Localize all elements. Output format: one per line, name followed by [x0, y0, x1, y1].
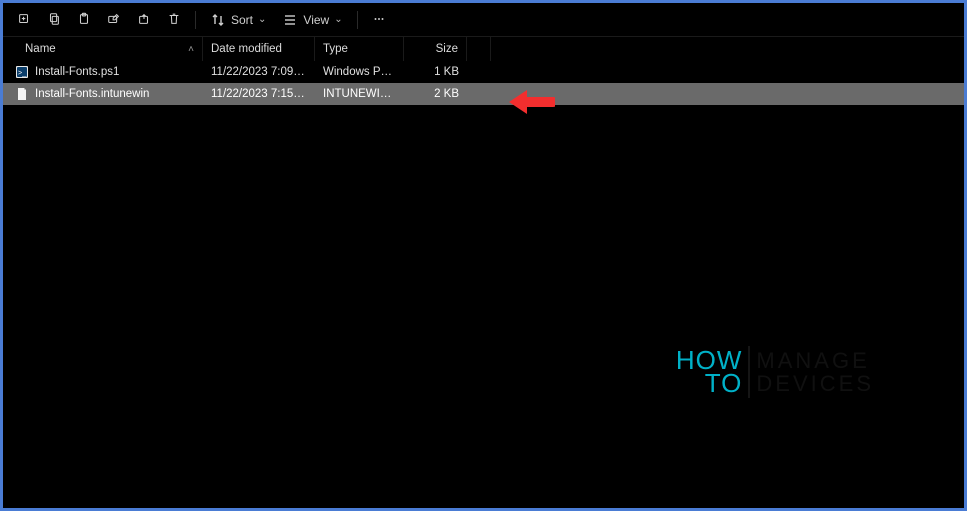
more-icon	[372, 12, 386, 28]
sort-indicator-icon: ˄	[188, 44, 194, 55]
new-item-button[interactable]	[11, 7, 37, 33]
sort-button[interactable]: Sort ⌄	[204, 7, 272, 33]
watermark-right: MANAGE DEVICES	[756, 349, 874, 395]
column-header-date[interactable]: Date modified	[203, 37, 315, 61]
copy-button[interactable]	[41, 7, 67, 33]
toolbar-separator	[357, 11, 358, 29]
copy-icon	[47, 12, 61, 28]
column-header-name[interactable]: Name ˄	[3, 37, 203, 61]
toolbar-separator	[195, 11, 196, 29]
paste-icon	[77, 12, 91, 28]
share-button[interactable]	[131, 7, 157, 33]
view-label: View	[303, 13, 329, 27]
paste-button[interactable]	[71, 7, 97, 33]
sort-label: Sort	[231, 13, 253, 27]
trash-icon	[167, 12, 181, 28]
file-date: 11/22/2023 7:09 PM	[203, 66, 315, 78]
view-icon	[282, 12, 298, 28]
share-icon	[137, 12, 151, 28]
file-type: Windows PowerS...	[315, 66, 404, 78]
blank-file-icon	[15, 87, 29, 101]
file-size: 2 KB	[404, 88, 467, 100]
column-header-size[interactable]: Size	[404, 37, 467, 61]
file-name: Install-Fonts.ps1	[35, 66, 119, 78]
column-headers: Name ˄ Date modified Type Size	[3, 37, 964, 61]
sort-icon	[210, 12, 226, 28]
ps1-file-icon: >_	[15, 65, 29, 79]
chevron-down-icon: ⌄	[334, 14, 342, 25]
file-size: 1 KB	[404, 66, 467, 78]
file-explorer-window: Sort ⌄ View ⌄	[3, 3, 964, 508]
view-button[interactable]: View ⌄	[276, 7, 348, 33]
delete-button[interactable]	[161, 7, 187, 33]
new-icon	[17, 12, 31, 28]
column-header-type[interactable]: Type	[315, 37, 404, 61]
chevron-down-icon: ⌄	[258, 14, 266, 25]
column-header-spare[interactable]	[467, 37, 491, 61]
watermark: HOW TO MANAGE DEVICES	[676, 346, 874, 398]
toolbar: Sort ⌄ View ⌄	[3, 3, 964, 37]
watermark-divider	[748, 346, 750, 398]
file-type: INTUNEWIN File	[315, 88, 404, 100]
file-date: 11/22/2023 7:15 PM	[203, 88, 315, 100]
watermark-left: HOW TO	[676, 349, 743, 396]
rename-icon	[107, 12, 121, 28]
file-row[interactable]: Install-Fonts.intunewin 11/22/2023 7:15 …	[3, 83, 964, 105]
file-name: Install-Fonts.intunewin	[35, 88, 149, 100]
file-list: >_ Install-Fonts.ps1 11/22/2023 7:09 PM …	[3, 61, 964, 105]
svg-text:>_: >_	[18, 70, 26, 77]
rename-button[interactable]	[101, 7, 127, 33]
more-button[interactable]	[366, 7, 392, 33]
file-row[interactable]: >_ Install-Fonts.ps1 11/22/2023 7:09 PM …	[3, 61, 964, 83]
